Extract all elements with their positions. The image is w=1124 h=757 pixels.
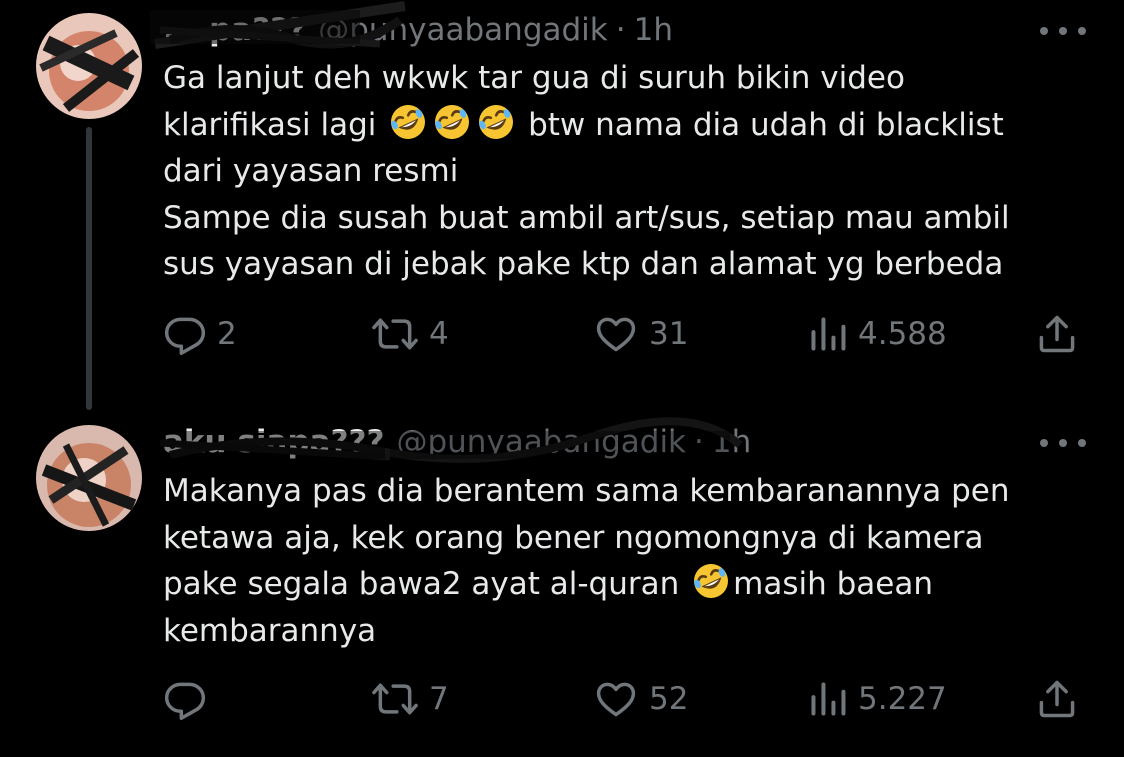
- rolling-on-floor-laughing-emoji: [388, 102, 428, 142]
- tweet-1[interactable]: ... pa??? @punyaabangadik · 1h Ga lanjut…: [0, 0, 1124, 410]
- like-icon: [596, 317, 636, 352]
- share-icon: [1039, 680, 1075, 718]
- display-name[interactable]: aku siapa???: [163, 424, 384, 460]
- views-icon: [811, 682, 846, 716]
- share-icon: [1039, 315, 1075, 353]
- reply-button[interactable]: 2: [163, 309, 237, 359]
- tweet-2[interactable]: aku siapa??? @punyaabangadik · 1h Makany…: [0, 410, 1124, 757]
- separator: ·: [694, 424, 704, 460]
- repost-button[interactable]: 7: [371, 674, 449, 724]
- reply-icon: [164, 682, 206, 720]
- repost-count: 4: [429, 316, 449, 352]
- like-icon: [596, 682, 636, 717]
- tweet-actions: 7 52 5.227: [163, 674, 1083, 724]
- text-line: dari yayasan resmi: [163, 153, 459, 189]
- avatar-image: [36, 13, 142, 119]
- text-line: pake segala bawa2 ayat al-quran masih ba…: [163, 561, 1083, 608]
- handle[interactable]: @punyaabangadik: [396, 424, 686, 460]
- repost-icon: [372, 683, 418, 715]
- text-line: Sampe dia susah buat ambil art/sus, seti…: [163, 199, 1010, 236]
- tweet-actions: 2 4 31 4.588: [163, 309, 1083, 359]
- views-button[interactable]: 5.227: [808, 674, 947, 724]
- reply-count: 2: [217, 316, 237, 352]
- text-line: klarifikasi lagi btw nama dia udah di bl…: [163, 102, 1083, 149]
- more-options-button[interactable]: [1040, 16, 1086, 46]
- repost-count: 7: [429, 681, 449, 717]
- tweet-header: aku siapa??? @punyaabangadik · 1h: [163, 422, 751, 462]
- repost-button[interactable]: 4: [371, 309, 449, 359]
- more-options-button[interactable]: [1040, 428, 1086, 458]
- handle[interactable]: @punyaabangadik: [318, 12, 608, 48]
- avatar[interactable]: [36, 425, 142, 531]
- text-segment: klarifikasi lagi: [163, 106, 377, 143]
- share-button[interactable]: [1035, 674, 1079, 724]
- like-count: 52: [649, 681, 689, 717]
- separator: ·: [615, 12, 626, 48]
- text-line: Makanya pas dia berantem sama kembaranan…: [163, 473, 1010, 509]
- text-segment: pake segala bawa2 ayat al-quran: [163, 566, 680, 602]
- more-icon: [1040, 439, 1048, 447]
- avatar-image: [36, 425, 142, 531]
- views-button[interactable]: 4.588: [808, 309, 947, 359]
- tweet-header: ... pa??? @punyaabangadik · 1h: [163, 10, 673, 50]
- text-line: ketawa aja, kek orang bener ngomongnya d…: [163, 519, 984, 556]
- rolling-on-floor-laughing-emoji: [691, 561, 731, 601]
- share-button[interactable]: [1035, 309, 1079, 359]
- text-line: sus yayasan di jebak pake ktp dan alamat…: [163, 246, 1004, 282]
- tweet-text: Ga lanjut deh wkwk tar gua di suruh biki…: [163, 55, 1083, 288]
- repost-icon: [372, 318, 418, 350]
- rolling-on-floor-laughing-emoji: [432, 102, 472, 142]
- views-icon: [811, 317, 846, 351]
- text-segment: masih baean: [733, 566, 933, 602]
- more-icon: [1040, 27, 1048, 35]
- like-button[interactable]: 52: [593, 674, 688, 724]
- timestamp[interactable]: 1h: [634, 12, 673, 48]
- tweet-text: Makanya pas dia berantem sama kembaranan…: [163, 468, 1083, 654]
- reply-icon: [164, 317, 206, 355]
- rolling-on-floor-laughing-emoji: [476, 102, 516, 142]
- display-name[interactable]: ... pa???: [163, 12, 306, 48]
- views-count: 4.588: [858, 316, 947, 352]
- views-count: 5.227: [858, 681, 947, 717]
- text-line: Ga lanjut deh wkwk tar gua di suruh biki…: [163, 60, 905, 96]
- reply-button[interactable]: [163, 674, 217, 724]
- text-segment: btw nama dia udah di blacklist: [528, 106, 1004, 143]
- timestamp[interactable]: 1h: [712, 424, 751, 460]
- text-line: kembarannya: [163, 612, 377, 649]
- thread-line: [86, 127, 92, 410]
- like-count: 31: [649, 316, 689, 352]
- like-button[interactable]: 31: [593, 309, 688, 359]
- avatar[interactable]: [36, 13, 142, 119]
